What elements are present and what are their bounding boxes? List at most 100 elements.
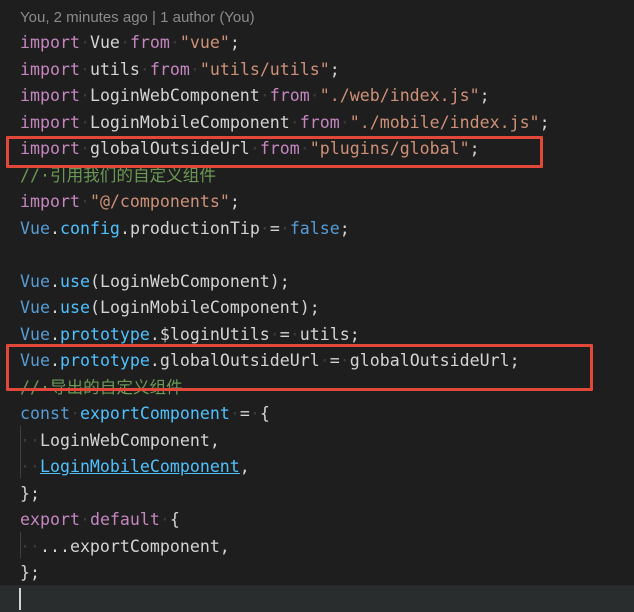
whitespace-marker: · xyxy=(289,112,300,132)
code-token: Vue xyxy=(89,33,120,52)
whitespace-marker: · xyxy=(79,33,90,52)
code-token: . xyxy=(49,218,60,238)
code-token: const xyxy=(20,404,70,423)
code-token: ; xyxy=(339,218,350,238)
code-token: (LoginMobileComponent); xyxy=(89,298,320,317)
code-token: import xyxy=(20,112,80,132)
text-cursor xyxy=(19,588,21,610)
code-line[interactable]: import·utils·from·"utils/utils"; xyxy=(20,57,340,83)
whitespace-marker: · xyxy=(259,86,270,105)
code-line[interactable]: ··...exportComponent, xyxy=(20,534,230,560)
code-line[interactable]: Vue.config.productionTip·=·false; xyxy=(20,216,350,242)
code-line[interactable]: export·default·{ xyxy=(20,507,180,533)
code-token: . xyxy=(119,218,130,238)
code-token: from xyxy=(149,59,190,79)
code-token: false xyxy=(289,218,340,238)
highlight-box-prototype-global xyxy=(6,344,593,391)
code-line[interactable]: ··LoginMobileComponent, xyxy=(20,454,250,480)
code-token: "utils/utils" xyxy=(199,59,330,79)
code-token: from xyxy=(129,33,170,52)
code-token: "./mobile/index.js" xyxy=(349,112,540,132)
code-token: LoginMobileComponent xyxy=(89,112,290,132)
code-token: }; xyxy=(20,483,40,503)
whitespace-marker: · xyxy=(259,218,270,238)
code-token: Vue xyxy=(20,218,50,238)
code-line[interactable]: Vue.use(LoginMobileComponent); xyxy=(20,295,320,321)
code-token: prototype xyxy=(59,324,150,344)
code-line[interactable]: Vue.use(LoginWebComponent); xyxy=(20,269,290,295)
code-token: (LoginWebComponent); xyxy=(89,271,290,291)
code-token: "./web/index.js" xyxy=(319,86,480,105)
git-blame-annotation[interactable]: You, 2 minutes ago | 1 author (You) xyxy=(20,7,255,29)
whitespace-marker: · xyxy=(309,86,320,105)
code-token: ; xyxy=(329,59,340,79)
code-token: config xyxy=(59,218,120,238)
whitespace-marker: ·· xyxy=(20,536,40,556)
whitespace-marker: · xyxy=(189,59,200,79)
code-token: export xyxy=(20,510,80,529)
code-token: . xyxy=(49,298,60,317)
current-line-highlight[interactable] xyxy=(0,585,634,612)
code-token: from xyxy=(269,86,310,105)
whitespace-marker: · xyxy=(79,59,90,79)
code-token: Vue xyxy=(20,298,50,317)
code-token: ; xyxy=(229,192,240,211)
whitespace-marker: · xyxy=(139,59,150,79)
code-token: ; xyxy=(539,112,550,132)
code-line[interactable]: import·LoginWebComponent·from·"./web/ind… xyxy=(20,83,490,109)
code-token: ; xyxy=(229,33,240,52)
whitespace-marker: · xyxy=(159,510,170,529)
code-token: LoginWebComponent, xyxy=(39,430,220,450)
whitespace-marker: ·· xyxy=(20,430,40,450)
whitespace-marker: ·· xyxy=(20,457,40,476)
code-token: ...exportComponent, xyxy=(39,536,230,556)
whitespace-marker: · xyxy=(79,86,90,105)
indent-guide xyxy=(20,426,21,478)
code-token: //·引用我们的自定义组件 xyxy=(20,165,216,185)
whitespace-marker: · xyxy=(279,218,290,238)
whitespace-marker: · xyxy=(289,324,300,344)
code-token: default xyxy=(89,510,160,529)
code-token: "vue" xyxy=(179,33,230,52)
code-line[interactable]: ··LoginWebComponent, xyxy=(20,428,220,454)
code-editor[interactable]: You, 2 minutes ago | 1 author (You) impo… xyxy=(0,0,634,612)
code-line[interactable]: const·exportComponent·=·{ xyxy=(20,401,270,427)
code-token: "@/components" xyxy=(89,192,230,211)
code-token: { xyxy=(259,404,270,423)
code-token: use xyxy=(59,298,90,317)
code-line[interactable]: }; xyxy=(20,560,40,586)
whitespace-marker: · xyxy=(79,510,90,529)
code-token: LoginMobileComponent xyxy=(39,457,240,476)
whitespace-marker: · xyxy=(269,324,280,344)
code-token: productionTip xyxy=(129,218,260,238)
code-token: , xyxy=(239,457,250,476)
highlight-box-import-global xyxy=(6,136,543,168)
code-line[interactable]: import·"@/components"; xyxy=(20,189,240,215)
code-line[interactable]: import·Vue·from·"vue"; xyxy=(20,30,240,56)
code-token: use xyxy=(59,271,90,291)
code-token: = xyxy=(279,324,290,344)
code-token: import xyxy=(20,33,80,52)
code-line[interactable]: import·LoginMobileComponent·from·"./mobi… xyxy=(20,110,550,136)
whitespace-marker: · xyxy=(339,112,350,132)
code-token: . xyxy=(49,271,60,291)
code-line[interactable]: }; xyxy=(20,481,40,507)
code-token: Vue xyxy=(20,271,50,291)
whitespace-marker: · xyxy=(69,404,80,423)
code-token: ; xyxy=(479,86,490,105)
code-token: Vue xyxy=(20,324,50,344)
code-token: { xyxy=(169,510,180,529)
code-token: import xyxy=(20,192,80,211)
indent-guide xyxy=(20,532,21,558)
code-token: . xyxy=(49,324,60,344)
code-token: = xyxy=(269,218,280,238)
code-token: utils; xyxy=(299,324,360,344)
code-token: import xyxy=(20,59,80,79)
whitespace-marker: · xyxy=(229,404,240,423)
whitespace-marker: · xyxy=(79,112,90,132)
whitespace-marker: · xyxy=(119,33,130,52)
whitespace-marker: · xyxy=(249,404,260,423)
code-token: .$loginUtils xyxy=(149,324,270,344)
code-token: LoginWebComponent xyxy=(89,86,260,105)
code-token: import xyxy=(20,86,80,105)
